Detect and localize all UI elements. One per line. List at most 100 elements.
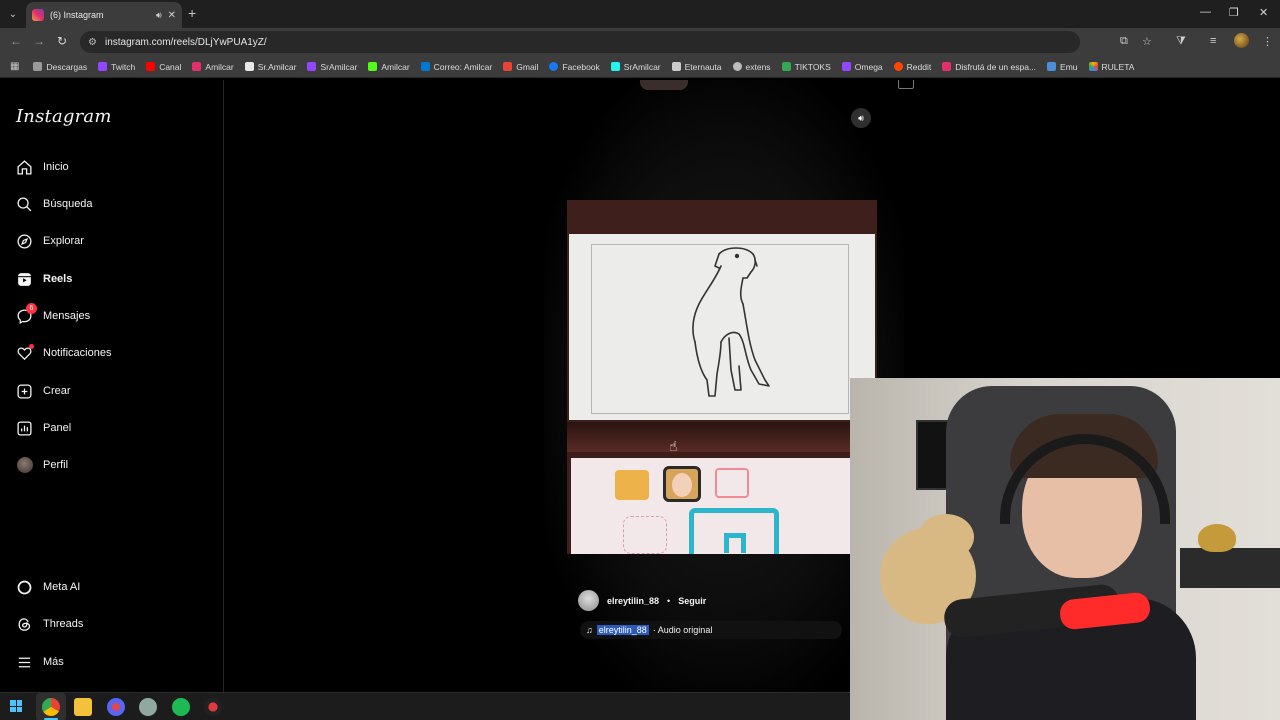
tab-instagram[interactable]: (6) Instagram 🔊︎ ✕ — [26, 2, 182, 28]
nav-item-crear[interactable]: Crear — [16, 380, 71, 402]
spotify-icon[interactable] — [172, 698, 190, 716]
bookmark-label: Sr.Amilcar — [257, 61, 297, 72]
author-avatar[interactable] — [578, 590, 599, 611]
bookmark-item[interactable]: Correo: Amilcar — [420, 62, 492, 72]
bookmark-label: Eternauta — [684, 61, 722, 72]
bookmark-item[interactable]: Amilcar — [368, 62, 410, 72]
author-username[interactable]: elreytilin_88 — [607, 596, 659, 606]
console-hinge — [567, 422, 877, 452]
back-icon[interactable]: ← — [10, 34, 22, 48]
reel-video[interactable] — [567, 200, 877, 554]
close-window-icon[interactable]: ✕ — [1259, 6, 1268, 19]
drawing-canvas — [569, 234, 875, 420]
document-icon — [671, 62, 681, 71]
nav-item-mas[interactable]: Más — [16, 651, 64, 673]
twitch-icon — [307, 62, 317, 71]
obs-icon[interactable] — [204, 698, 222, 716]
bookmark-item[interactable]: Emu — [1047, 61, 1078, 72]
speaker-icon: 🔊︎ — [858, 112, 864, 123]
face-drawing — [672, 473, 692, 497]
profile-avatar[interactable] — [1234, 33, 1249, 48]
nav-item-explorar[interactable]: Explorar — [16, 230, 84, 252]
bookmark-item[interactable]: TIKTOKS — [781, 62, 831, 72]
extensions-icon[interactable]: ⧩ — [1176, 35, 1186, 48]
download-icon — [33, 62, 43, 71]
nav-label: Threads — [43, 618, 84, 630]
nav-item-notificaciones[interactable]: Notificaciones — [16, 342, 111, 364]
music-note-icon: ♫ — [586, 625, 593, 635]
bookmark-label: RULETA — [1101, 61, 1135, 72]
nav-item-threads[interactable]: Threads — [16, 613, 83, 635]
forward-icon[interactable]: → — [33, 34, 45, 48]
bookmark-item[interactable]: RULETA — [1088, 61, 1135, 72]
minimize-icon[interactable]: — — [1200, 6, 1211, 18]
bookmark-item[interactable]: Reddit — [893, 62, 931, 72]
console-top-screen — [567, 200, 877, 422]
bookmark-label: extens — [745, 61, 771, 72]
bookmark-item[interactable]: SrAmilcar — [610, 62, 661, 72]
bookmark-item[interactable]: Omega — [841, 61, 883, 72]
bookmark-label: Omega — [854, 61, 883, 72]
tiktok-icon — [610, 62, 620, 71]
reload-icon[interactable]: ↻ — [57, 34, 67, 48]
bookmark-item[interactable]: Facebook — [549, 62, 600, 72]
gmail-icon — [503, 62, 513, 71]
install-app-icon[interactable]: ⧉ — [1120, 35, 1128, 48]
mute-button[interactable]: 🔊︎ — [851, 108, 871, 128]
nav-item-reels[interactable]: Reels — [16, 268, 72, 290]
new-tab-icon[interactable]: + — [188, 5, 196, 21]
bookmark-item[interactable]: Twitch — [98, 62, 135, 72]
address-bar[interactable]: ⚙ instagram.com/reels/DLjYwPUA1yZ/ — [80, 31, 1080, 53]
bookmark-item[interactable]: extens — [732, 61, 771, 72]
chrome-taskbar-icon[interactable] — [42, 698, 60, 716]
nav-item-mensajes[interactable]: 6 Mensajes — [16, 302, 90, 327]
app-taskbar-icon[interactable] — [107, 698, 125, 716]
instagram-logo[interactable]: Instagram — [16, 106, 112, 127]
file-explorer-icon[interactable] — [74, 698, 92, 716]
nav-label: Más — [43, 656, 64, 668]
url-text[interactable]: instagram.com/reels/DLjYwPUA1yZ/ — [105, 37, 267, 48]
bookmark-item[interactable]: Gmail — [503, 62, 538, 72]
tab-close-icon[interactable]: ✕ — [168, 10, 176, 21]
nav-item-busqueda[interactable]: Búsqueda — [16, 193, 93, 215]
nav-item-meta-ai[interactable]: Meta AI — [16, 576, 80, 598]
twitch-icon — [98, 62, 108, 71]
nav-item-panel[interactable]: Panel — [16, 417, 71, 439]
bookmark-item[interactable]: Disfrutá de un espa... — [942, 62, 1036, 72]
bookmark-item[interactable]: Amilcar — [192, 62, 234, 72]
windows-start-icon[interactable] — [10, 700, 22, 712]
instagram-sidebar: Instagram Inicio Búsqueda Explorar Reels… — [0, 80, 224, 692]
background-shelf — [1180, 548, 1280, 588]
profile-icon — [16, 457, 33, 474]
follow-button[interactable]: Seguir — [678, 596, 706, 606]
bookmark-label: Emu — [1060, 61, 1078, 72]
drive-icon — [781, 62, 791, 71]
media-control-icon[interactable]: ≡ — [1210, 35, 1216, 47]
instagram-icon — [192, 62, 202, 71]
twitch-icon — [841, 62, 851, 71]
audio-link[interactable]: ♫ elreytilin_88 · Audio original — [580, 621, 842, 639]
chrome-menu-icon[interactable]: ⋮ — [1262, 35, 1273, 48]
tab-search-icon[interactable]: ⌄ — [4, 5, 22, 23]
extension-icon — [732, 62, 742, 71]
portrait-tile — [663, 466, 701, 502]
nav-item-perfil[interactable]: Perfil — [16, 454, 68, 476]
bookmark-item[interactable]: Sr.Amilcar — [244, 61, 297, 72]
nav-item-inicio[interactable]: Inicio — [16, 156, 69, 178]
restore-icon[interactable]: ❐ — [1229, 6, 1239, 19]
bookmark-item[interactable]: Descargas — [33, 62, 87, 72]
bookmark-star-icon[interactable]: ☆ — [1142, 35, 1152, 48]
camera-icon[interactable] — [898, 80, 914, 89]
bookmark-item[interactable]: SrAmilcar — [307, 62, 357, 72]
bookmark-item[interactable]: Eternauta — [671, 61, 722, 72]
nav-label: Meta AI — [43, 581, 81, 593]
yellow-tile — [615, 470, 649, 500]
app2-taskbar-icon[interactable] — [139, 698, 157, 716]
nav-label: Explorar — [43, 235, 84, 247]
apps-grid-icon[interactable]: ▦ — [10, 61, 19, 72]
bookmark-item[interactable]: Canal — [146, 62, 181, 72]
site-info-icon[interactable]: ⚙ — [88, 37, 97, 48]
messages-badge: 6 — [26, 302, 37, 314]
audio-username[interactable]: elreytilin_88 — [596, 625, 649, 635]
tab-audio-icon[interactable]: 🔊︎ — [156, 10, 162, 21]
